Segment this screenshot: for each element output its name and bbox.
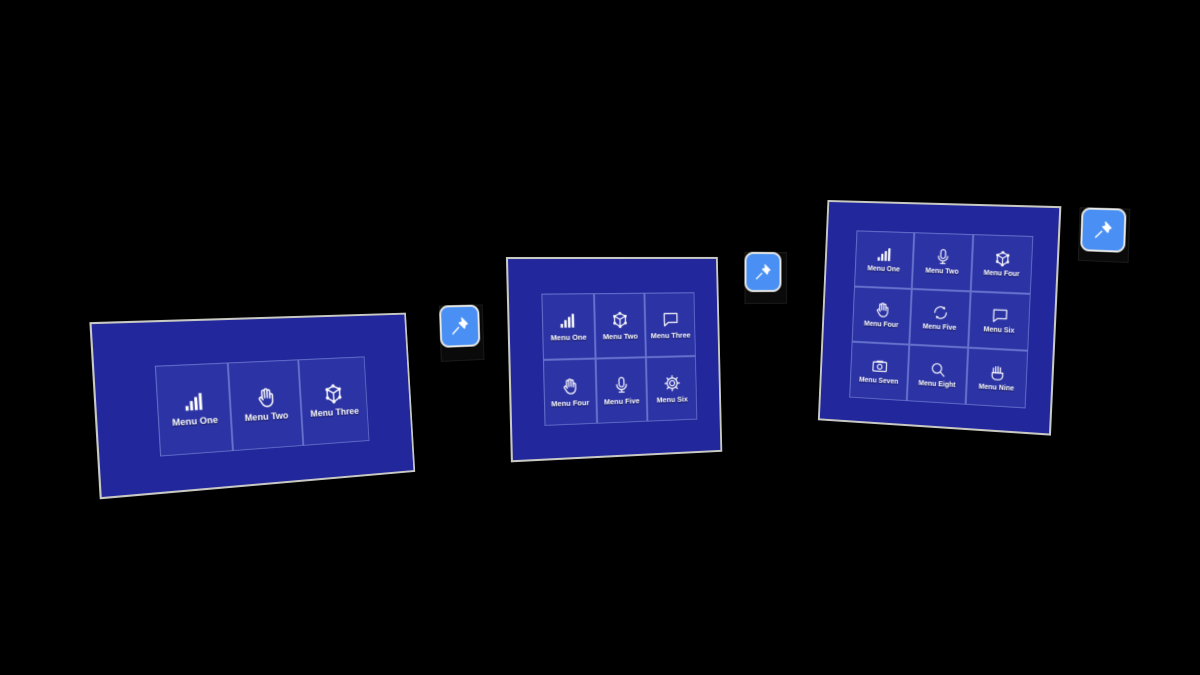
speech-bubble-icon xyxy=(662,310,679,328)
menu-tile[interactable]: Menu Two xyxy=(228,359,303,451)
menu-tile[interactable]: Menu Six xyxy=(968,291,1031,351)
hand-icon xyxy=(254,386,276,409)
pushpin-icon xyxy=(450,316,470,337)
menu-tile-label: Menu One xyxy=(867,265,900,273)
scene-canvas: Menu One Menu Two Menu Three Menu One Me… xyxy=(0,0,1200,675)
menu-tile[interactable]: Menu Nine xyxy=(966,348,1029,409)
camera-icon xyxy=(871,358,888,376)
menu-tile[interactable]: Menu Five xyxy=(595,357,648,424)
menu-tile-label: Menu Three xyxy=(310,406,359,420)
menu-tile-label: Menu Seven xyxy=(859,377,899,386)
hand-icon xyxy=(561,377,579,396)
menu-tile-label: Menu Nine xyxy=(978,384,1014,393)
search-icon xyxy=(929,361,946,379)
menu-tile[interactable]: Menu Four xyxy=(852,286,912,345)
nine-item-menu-panel[interactable]: Menu One Menu Two Menu Four Menu Four Me… xyxy=(818,200,1062,436)
menu-tile-label: Menu Two xyxy=(603,331,638,341)
refresh-icon xyxy=(931,304,948,322)
menu-tile[interactable]: Menu Six xyxy=(646,356,697,422)
menu-tile[interactable]: Menu Four xyxy=(543,359,597,426)
gear-icon xyxy=(663,374,680,392)
menu-grid: Menu One Menu Two Menu Four Menu Four Me… xyxy=(849,230,1033,408)
pushpin-icon xyxy=(1093,220,1113,241)
menu-tile[interactable]: Menu Four xyxy=(971,234,1034,293)
menu-tile-label: Menu Five xyxy=(922,324,956,333)
menu-tile-label: Menu Six xyxy=(657,394,688,404)
menu-tile[interactable]: Menu One xyxy=(155,362,233,456)
menu-grid: Menu One Menu Two Menu Three xyxy=(155,356,370,456)
pin-button-holder-one xyxy=(439,304,485,362)
pin-button[interactable] xyxy=(745,252,782,292)
pin-button-holder-three xyxy=(1078,207,1131,263)
microphone-icon xyxy=(934,248,951,266)
cube-nodes-icon xyxy=(611,310,629,328)
menu-tile[interactable]: Menu Three xyxy=(298,356,370,446)
menu-tile-label: Menu Two xyxy=(925,267,958,275)
menu-tile[interactable]: Menu Eight xyxy=(907,345,968,405)
menu-tile-label: Menu Five xyxy=(604,396,640,406)
menu-tile[interactable]: Menu Five xyxy=(909,289,970,348)
hand-fingers-icon xyxy=(988,364,1006,382)
pin-button-holder-two xyxy=(745,252,788,304)
hand-icon xyxy=(873,302,890,320)
speech-bubble-icon xyxy=(991,307,1009,325)
cube-nodes-icon xyxy=(993,250,1011,268)
pin-button[interactable] xyxy=(439,305,480,348)
three-item-menu-panel[interactable]: Menu One Menu Two Menu Three xyxy=(89,313,415,500)
menu-tile-label: Menu Six xyxy=(983,327,1014,336)
pin-button[interactable] xyxy=(1080,207,1126,253)
bar-chart-icon xyxy=(876,246,893,263)
menu-tile[interactable]: Menu Seven xyxy=(849,342,909,401)
menu-tile[interactable]: Menu One xyxy=(541,293,595,360)
menu-tile-label: Menu One xyxy=(551,332,587,342)
menu-tile-label: Menu Eight xyxy=(918,380,955,389)
bar-chart-icon xyxy=(559,311,577,330)
menu-tile-label: Menu One xyxy=(172,415,219,429)
menu-tile-label: Menu Two xyxy=(244,410,288,424)
microphone-icon xyxy=(613,375,631,394)
menu-tile-label: Menu Three xyxy=(651,330,691,340)
menu-tile[interactable]: Menu Two xyxy=(594,293,647,359)
menu-tile[interactable]: Menu Two xyxy=(912,232,973,291)
menu-tile-label: Menu Four xyxy=(864,321,899,330)
pushpin-icon xyxy=(754,263,771,281)
menu-tile-label: Menu Four xyxy=(983,270,1019,278)
menu-tile[interactable]: Menu One xyxy=(854,230,914,288)
cube-nodes-icon xyxy=(323,383,344,406)
bar-chart-icon xyxy=(182,390,205,414)
six-item-menu-panel[interactable]: Menu One Menu Two Menu Three Menu Four M… xyxy=(506,257,722,462)
menu-tile-label: Menu Four xyxy=(551,397,589,407)
menu-tile[interactable]: Menu Three xyxy=(645,292,696,357)
menu-grid: Menu One Menu Two Menu Three Menu Four M… xyxy=(541,292,697,426)
